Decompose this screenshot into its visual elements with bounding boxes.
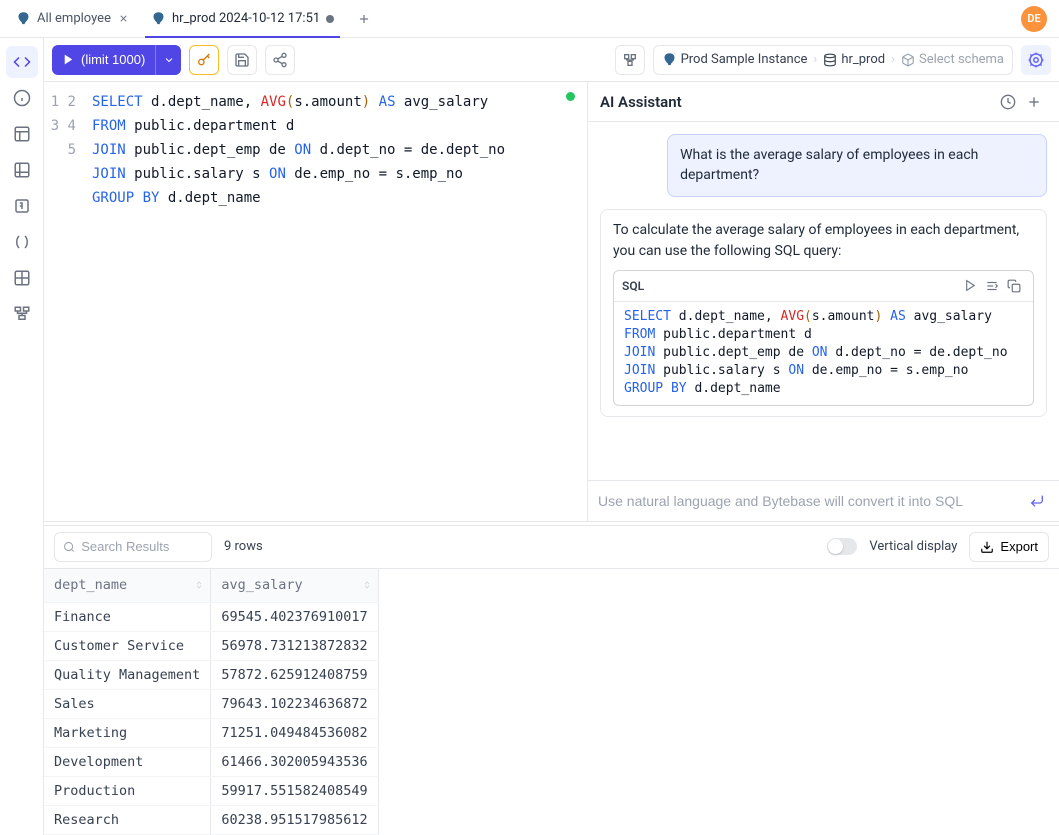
vertical-display-toggle[interactable] (827, 538, 857, 555)
close-icon[interactable] (117, 12, 131, 26)
ai-new-chat-button[interactable] (1021, 89, 1047, 115)
table-row[interactable]: Development61466.302005943536 (44, 748, 378, 777)
avatar[interactable]: DE (1021, 6, 1047, 32)
ai-input[interactable] (598, 493, 1017, 509)
results-panel: 9 rows Vertical display Export dept_name… (44, 525, 1059, 835)
results-search-input[interactable] (81, 539, 203, 554)
rail-function-icon[interactable] (6, 190, 38, 222)
table-row[interactable]: Marketing71251.049484536082 (44, 719, 378, 748)
ai-assistant-message: To calculate the average salary of emplo… (600, 209, 1047, 417)
breadcrumb[interactable]: Prod Sample Instance › hr_prod › Select … (653, 45, 1013, 75)
ai-send-button[interactable] (1025, 489, 1049, 513)
tab-label: hr_prod 2024-10-12 17:51 (172, 11, 320, 26)
codeblock-copy-button[interactable] (1003, 275, 1025, 297)
rail-grid-icon[interactable] (6, 262, 38, 294)
column-header[interactable]: avg_salary (211, 569, 378, 603)
row-count: 9 rows (224, 539, 263, 554)
tab-label: All employee (37, 11, 111, 26)
horizontal-splitter[interactable] (44, 521, 1059, 525)
key-button[interactable] (189, 45, 219, 75)
tab-bar: All employee hr_prod 2024-10-12 17:51 DE (0, 0, 1059, 38)
table-row[interactable]: Finance69545.402376910017 (44, 603, 378, 632)
search-icon (63, 540, 75, 554)
cube-icon (901, 53, 915, 67)
rail-parens-icon[interactable] (6, 226, 38, 258)
breadcrumb-instance: Prod Sample Instance (681, 52, 808, 67)
table-row[interactable]: Production59917.551582408549 (44, 777, 378, 806)
rail-table-icon[interactable] (6, 118, 38, 150)
column-header[interactable]: dept_name (44, 569, 211, 603)
save-button[interactable] (227, 45, 257, 75)
codeblock-run-button[interactable] (959, 275, 981, 297)
ai-panel: AI Assistant What is the average salary … (587, 82, 1059, 521)
breadcrumb-schema: Select schema (919, 52, 1004, 67)
left-rail (0, 38, 44, 835)
results-table: dept_nameavg_salary Finance69545.4023769… (44, 569, 379, 835)
ai-title: AI Assistant (600, 93, 995, 111)
ai-user-message: What is the average salary of employees … (667, 134, 1047, 197)
rail-database-icon[interactable] (6, 154, 38, 186)
postgres-icon (662, 52, 677, 67)
export-label: Export (1000, 539, 1038, 554)
table-row[interactable]: Research60238.951517985612 (44, 806, 378, 835)
ai-assistant-text: To calculate the average salary of emplo… (613, 220, 1034, 262)
codeblock-lang: SQL (622, 277, 959, 295)
new-tab-button[interactable] (350, 5, 378, 33)
share-button[interactable] (265, 45, 295, 75)
codeblock-insert-button[interactable] (981, 275, 1003, 297)
tab[interactable]: hr_prod 2024-10-12 17:51 (141, 0, 344, 37)
editor-toolbar: (limit 1000) Prod Sample Instance › (44, 38, 1059, 82)
table-row[interactable]: Customer Service56978.731213872832 (44, 632, 378, 661)
ai-history-button[interactable] (995, 89, 1021, 115)
run-dropdown[interactable] (155, 45, 181, 75)
results-search[interactable] (54, 532, 212, 562)
sql-editor[interactable]: 1 2 3 4 5 SELECT d.dept_name, AVG(s.amou… (44, 82, 587, 521)
table-row[interactable]: Sales79643.102234636872 (44, 690, 378, 719)
tab[interactable]: All employee (6, 0, 141, 37)
run-button[interactable]: (limit 1000) (52, 45, 155, 75)
modified-dot-icon (326, 15, 334, 23)
ai-codeblock: SQL SELECT d.dept_name, AVG(s.amount) AS… (613, 270, 1034, 406)
rail-code-icon[interactable] (6, 46, 38, 78)
tree-button[interactable] (615, 45, 645, 75)
download-icon (980, 540, 994, 554)
rail-info-icon[interactable] (6, 82, 38, 114)
vertical-display-label: Vertical display (869, 539, 957, 554)
status-dot-icon (566, 92, 575, 101)
rail-schema-icon[interactable] (6, 298, 38, 330)
table-row[interactable]: Quality Management57872.625912408759 (44, 661, 378, 690)
export-button[interactable]: Export (969, 532, 1049, 562)
run-button-label: (limit 1000) (81, 52, 145, 67)
database-icon (823, 53, 837, 67)
ai-toggle-button[interactable] (1021, 45, 1051, 75)
breadcrumb-database: hr_prod (841, 52, 885, 67)
